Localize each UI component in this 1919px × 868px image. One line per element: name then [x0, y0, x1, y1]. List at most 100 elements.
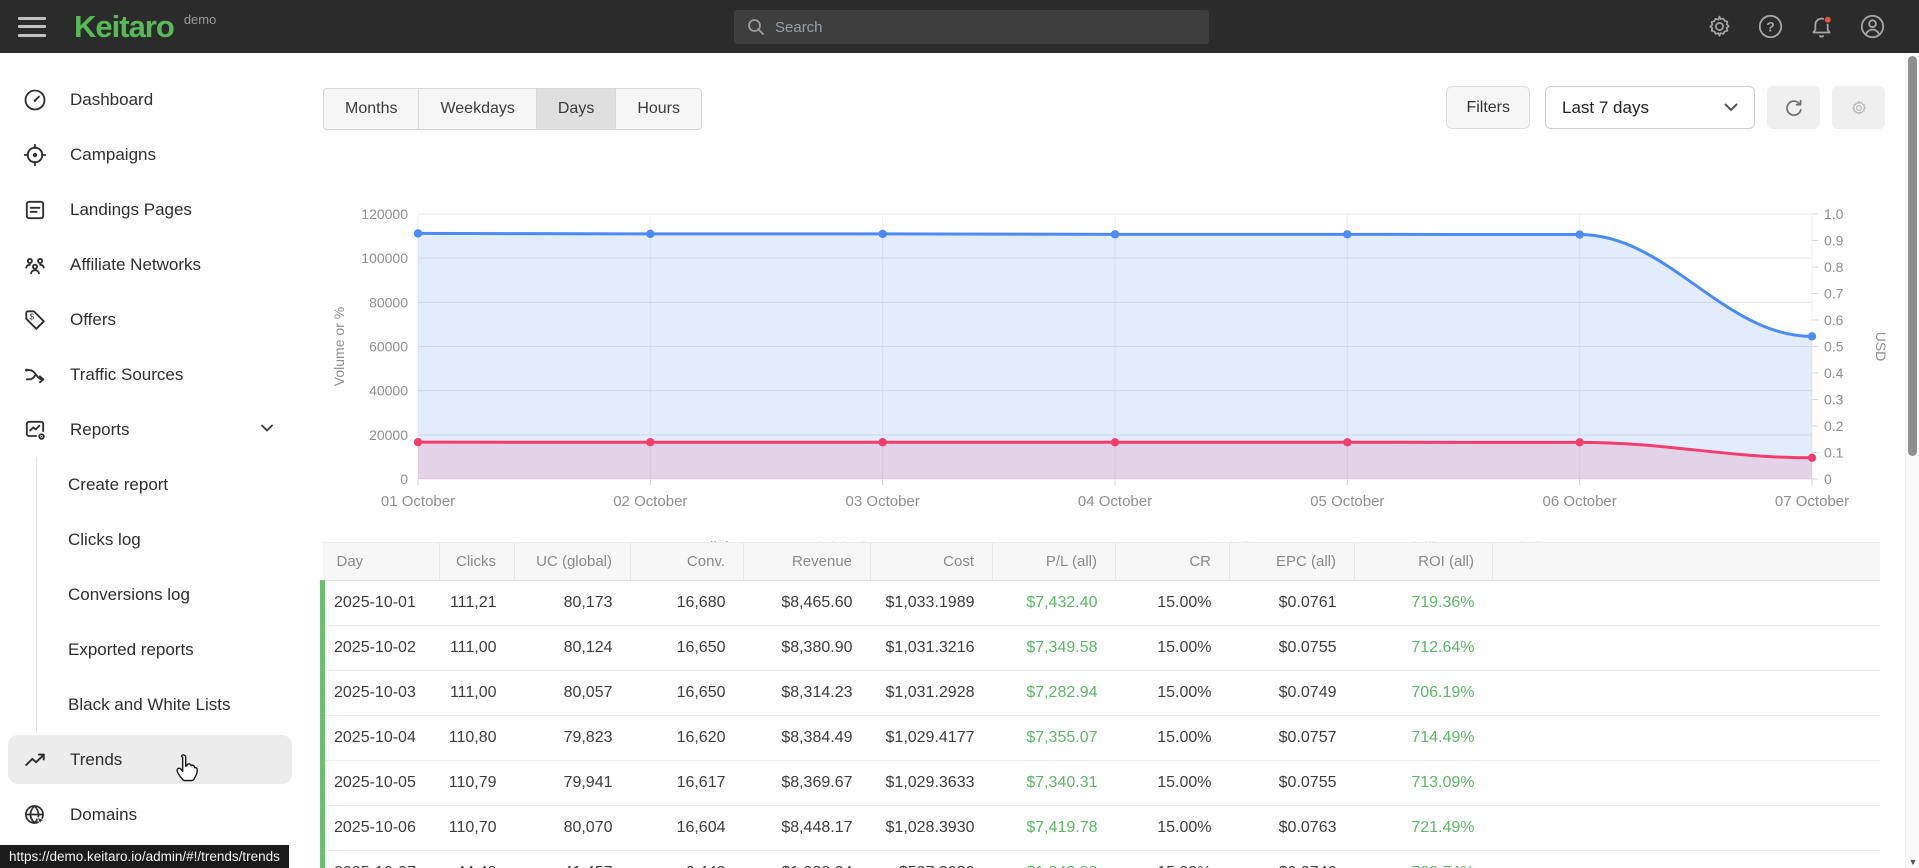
table-cell: 6,443	[630, 850, 744, 868]
column-header[interactable]: UC (global)	[514, 542, 631, 581]
refresh-button[interactable]	[1767, 86, 1820, 129]
table-cell: 111,21	[439, 580, 515, 626]
dashboard-icon	[24, 89, 46, 110]
offers-icon: $	[25, 309, 45, 330]
sidebar-item-create-report[interactable]: Create report	[37, 457, 300, 512]
sidebar-item-trends[interactable]: Trends	[8, 735, 292, 784]
sidebar-item-offers[interactable]: $ Offers	[0, 292, 300, 347]
sidebar-item-domains[interactable]: Domains	[0, 787, 300, 842]
tab-months[interactable]: Months	[324, 89, 418, 129]
svg-text:0.7: 0.7	[1824, 286, 1844, 302]
sidebar-item-exported-reports[interactable]: Exported reports	[37, 622, 300, 677]
sidebar-item-conversions-log[interactable]: Conversions log	[37, 567, 300, 622]
trends-table: Day Clicks UC (global) Conv. Revenue Cost P/L …	[320, 542, 1880, 868]
table-cell	[1492, 580, 1880, 626]
search-bar[interactable]	[734, 10, 1209, 44]
help-icon[interactable]: ?	[1757, 13, 1784, 40]
table-row: 2025-10-06 110,70 80,070 16,604 $8,448.17 $1,…	[320, 805, 1880, 851]
column-header[interactable]: Cost	[870, 542, 993, 581]
sidebar-item-clicks-log[interactable]: Clicks log	[37, 512, 300, 567]
table-cell: 80,173	[514, 580, 631, 626]
table-cell: $7,355.07	[992, 715, 1116, 761]
table-cell	[1492, 760, 1880, 806]
filters-button[interactable]: Filters	[1446, 86, 1530, 129]
search-icon	[748, 19, 764, 35]
column-header[interactable]: CR	[1115, 542, 1230, 581]
table-cell: $8,465.60	[743, 580, 871, 626]
table-cell: $1,033.34	[743, 850, 871, 868]
svg-text:03 October: 03 October	[846, 493, 920, 510]
column-header	[1492, 542, 1880, 581]
table-row: 2025-10-03 111,00 80,057 16,650 $8,314.23 $1,…	[320, 670, 1880, 716]
table-cell: $7,349.58	[992, 625, 1116, 671]
sidebar-item-reports[interactable]: Reports	[0, 402, 300, 457]
table-cell: $0.0757	[1229, 715, 1355, 761]
sidebar-item-campaigns[interactable]: Campaigns	[0, 127, 300, 182]
table-cell: $8,380.90	[743, 625, 871, 671]
table-cell	[1492, 625, 1880, 671]
settings-gear-icon[interactable]	[1706, 13, 1733, 40]
column-header[interactable]: Conv.	[630, 542, 744, 581]
table-cell: 15.00%	[1115, 715, 1230, 761]
svg-text:100000: 100000	[361, 250, 408, 266]
column-header[interactable]: Clicks	[439, 542, 515, 581]
affiliate-networks-icon	[25, 257, 45, 274]
traffic-sources-icon	[25, 368, 45, 383]
table-row: 2025-10-01 111,21 80,173 16,680 $8,465.60 $1,…	[320, 580, 1880, 626]
table-cell: $1,033.1989	[870, 580, 993, 626]
table-cell: $1,031.2928	[870, 670, 993, 716]
table-cell: 2025-10-04	[320, 715, 440, 761]
table-cell: 110,79	[439, 760, 515, 806]
table-cell: $1,031.3216	[870, 625, 993, 671]
table-cell: 16,680	[630, 580, 744, 626]
svg-text:0.8: 0.8	[1824, 259, 1844, 275]
tab-days[interactable]: Days	[535, 89, 616, 129]
trends-chart: 0 20000 40000 60000 80000 100000 120000 0 0.1 0.2…	[330, 171, 1890, 531]
vertical-scrollbar[interactable]: ▼	[1905, 53, 1919, 868]
table-cell	[1492, 670, 1880, 716]
app-logo: Keitaro	[74, 8, 175, 44]
svg-text:20000: 20000	[369, 427, 408, 443]
table-cell: 111,00	[439, 625, 515, 671]
table-cell: 44,48	[439, 850, 515, 868]
table-cell: 16,650	[630, 670, 744, 716]
table-cell: 80,070	[514, 805, 631, 851]
column-header[interactable]: Day	[322, 542, 440, 581]
chart-settings-button[interactable]	[1832, 86, 1885, 129]
svg-text:0: 0	[1824, 471, 1832, 487]
gear-icon	[1851, 100, 1866, 115]
table-cell: $1,029.3633	[870, 760, 993, 806]
table-cell: $0.0755	[1229, 625, 1355, 671]
landing-pages-icon	[25, 200, 45, 219]
table-cell: 41,457	[514, 850, 631, 868]
column-header[interactable]: Revenue	[743, 542, 871, 581]
column-header[interactable]: P/L (all)	[992, 542, 1116, 581]
tab-weekdays[interactable]: Weekdays	[418, 89, 535, 129]
search-input[interactable]	[775, 18, 1209, 36]
table-cell: 713.09%	[1354, 760, 1493, 806]
scrollbar-thumb[interactable]	[1908, 56, 1917, 456]
tab-hours[interactable]: Hours	[615, 89, 701, 129]
svg-text:01 October: 01 October	[381, 493, 455, 510]
date-range-select[interactable]: Last 7 days	[1545, 86, 1755, 129]
column-header[interactable]: ROI (all)	[1354, 542, 1493, 581]
sidebar-item-traffic-sources[interactable]: Traffic Sources	[0, 347, 300, 402]
table-cell: 712.64%	[1354, 625, 1493, 671]
sidebar-item-affiliate-networks[interactable]: Affiliate Networks	[0, 237, 300, 292]
table-cell: 16,617	[630, 760, 744, 806]
sidebar-item-landing-pages[interactable]: Landings Pages	[0, 182, 300, 237]
notifications-bell-icon[interactable]	[1808, 13, 1835, 40]
column-header[interactable]: EPC (all)	[1229, 542, 1355, 581]
hamburger-menu-icon[interactable]	[18, 16, 46, 37]
table-cell: 2025-10-02	[320, 625, 440, 671]
sidebar-item-dashboard[interactable]: Dashboard	[0, 72, 300, 127]
table-row: 2025-10-02 111,00 80,124 16,650 $8,380.90 $1,…	[320, 625, 1880, 671]
svg-text:07 October: 07 October	[1775, 493, 1849, 510]
sidebar-item-black-white-lists[interactable]: Black and White Lists	[37, 677, 300, 732]
account-icon[interactable]	[1859, 13, 1886, 40]
table-cell: 80,057	[514, 670, 631, 716]
table-header-row: Day Clicks UC (global) Conv. Revenue Cost P/L …	[322, 542, 1880, 581]
scrollbar-down-arrow[interactable]: ▼	[1906, 857, 1919, 867]
table-cell: $0.0763	[1229, 805, 1355, 851]
domains-icon	[25, 804, 46, 825]
